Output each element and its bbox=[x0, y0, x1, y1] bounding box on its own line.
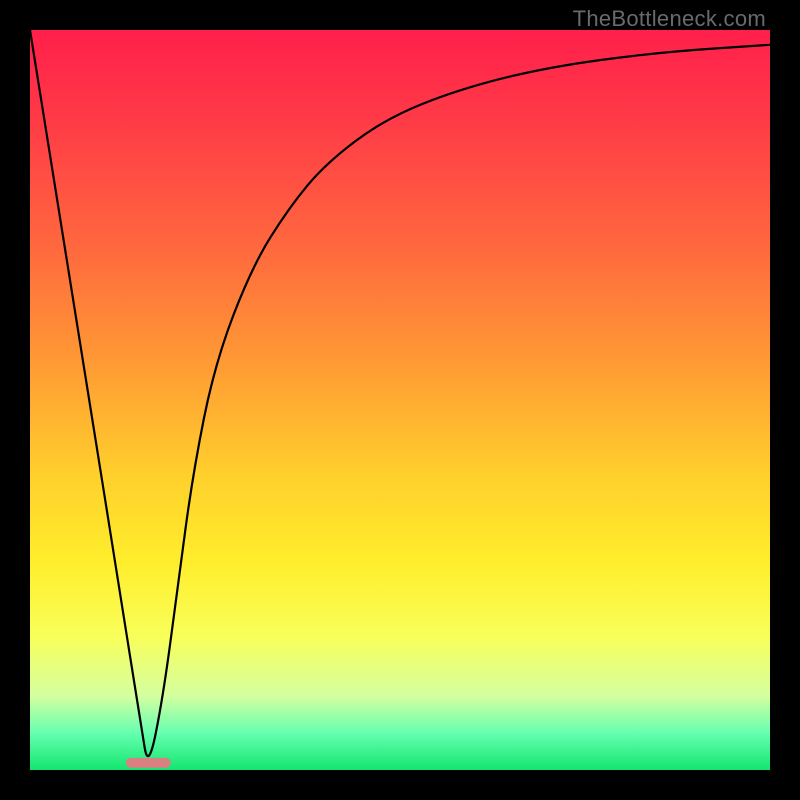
plot-area bbox=[30, 30, 770, 770]
bottleneck-curve-path bbox=[30, 30, 770, 756]
optimal-marker bbox=[126, 757, 170, 767]
bottleneck-curve-svg bbox=[30, 30, 770, 770]
watermark-text: TheBottleneck.com bbox=[573, 6, 766, 32]
chart-frame: TheBottleneck.com bbox=[0, 0, 800, 800]
